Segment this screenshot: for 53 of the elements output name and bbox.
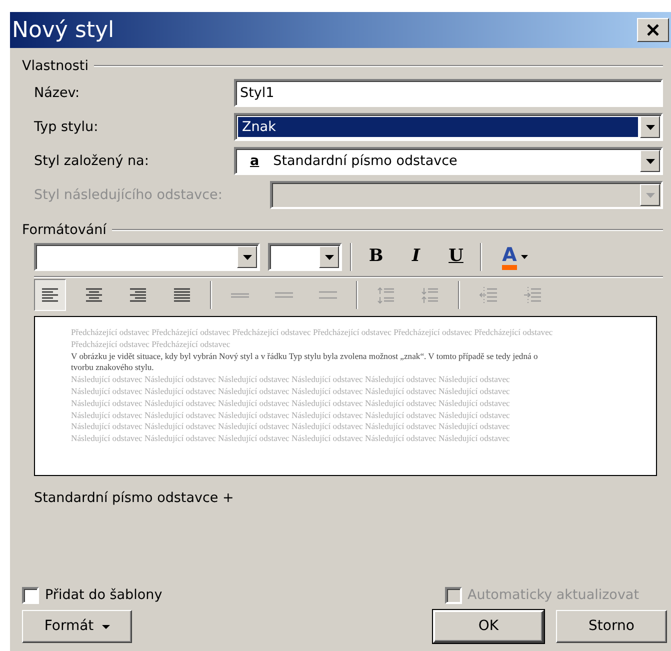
- caret-icon: [520, 255, 528, 259]
- group-label: Formátování: [22, 220, 106, 240]
- align-center-icon: [85, 288, 103, 302]
- bold-button[interactable]: B: [360, 242, 392, 272]
- close-icon: [646, 24, 660, 36]
- group-label: Vlastnosti: [22, 56, 88, 76]
- field-value: Styl1: [239, 84, 276, 103]
- caret-icon: [646, 192, 654, 198]
- dialog-button[interactable]: OK: [433, 610, 544, 643]
- field-label: Typ stylu:: [34, 118, 100, 137]
- field-value: Znak: [238, 116, 638, 138]
- font-name-field[interactable]: [34, 243, 260, 271]
- align-left-icon: [41, 288, 59, 302]
- field-label: Název:: [34, 84, 81, 103]
- input-field[interactable]: Styl1: [234, 79, 663, 107]
- caret-icon: [102, 624, 110, 628]
- caret-icon: [646, 124, 654, 130]
- dropdown-field[interactable]: a Standardní písmo odstavce: [234, 147, 663, 175]
- checkbox[interactable]: Přidat do šablony: [22, 580, 162, 610]
- preview-text: V obrázku je vidět situace, kdy byl vybrán Nový styl a v řádku Typ stylu byla zvolena možnost „znak“. V tomto případě se tedy jedná o tvorbu znakového stylu.: [71, 350, 539, 374]
- style-description: Standardní písmo odstavce +: [34, 490, 234, 506]
- dropdown-button[interactable]: [640, 116, 660, 138]
- space-after-icon: [421, 286, 439, 304]
- field-label: Styl založený na:: [34, 152, 150, 171]
- dropdown-button[interactable]: [640, 150, 660, 172]
- field-label: Styl následujícího odstavce:: [34, 186, 224, 205]
- font-size-field[interactable]: [268, 243, 342, 271]
- align-left-button[interactable]: [34, 279, 66, 311]
- style-type-icon: a: [250, 150, 260, 172]
- spacing-onehalf-icon: [274, 292, 294, 298]
- indent-decrease-icon: [478, 286, 498, 304]
- dropdown-button[interactable]: [237, 246, 257, 268]
- space-before-icon: [377, 286, 395, 304]
- field-value: Standardní písmo odstavce: [272, 152, 458, 171]
- caret-icon: [646, 158, 654, 164]
- justify-icon: [173, 288, 191, 302]
- italic-button[interactable]: I: [400, 242, 432, 272]
- underline-button[interactable]: U: [440, 242, 472, 272]
- dropdown-button[interactable]: [319, 246, 339, 268]
- caret-icon: [324, 254, 334, 260]
- preview-text: Následující odstavec Následující odstavec Následující odstavec Následující odstavec Následující odstavec Následující odstavec Následující odstavec Následující odstavec Následující odstavec Následující odstavec Následující odstavec Následující odstavec Následující odstavec Následující odstavec Následující odstavec Následující odstavec Následující odstavec Následující odstavec Následující odstavec Následující odstavec Následující odstavec Následující odstavec Následující odstavec Následující odstavec Následující odstavec Následující odstavec Následující odstavec Následující odstavec Následující odstavec Následující odstavec Následující odstavec Následující odstavec Následující odstavec Následující odstavec Následující odstavec Následující odstavec: [71, 374, 511, 445]
- window-title: Nový styl: [12, 16, 114, 44]
- caret-icon: [242, 254, 252, 260]
- spacing-single-icon: [230, 292, 250, 298]
- dialog-button[interactable]: Storno: [556, 610, 667, 643]
- align-right-icon: [129, 288, 147, 302]
- preview-text: Předcházející odstavec Předcházející odstavec Předcházející odstavec Předcházející odstavec Předcházející odstavec Předcházející odstavec Předcházející odstavec Předcházející odstavec: [71, 327, 553, 351]
- font-color-button[interactable]: A: [490, 242, 540, 272]
- menu-button[interactable]: Formát: [22, 610, 132, 643]
- indent-increase-icon: [522, 286, 542, 304]
- dropdown-field[interactable]: Znak: [234, 113, 663, 141]
- spacing-double-icon: [318, 291, 338, 299]
- close-button[interactable]: [637, 18, 669, 42]
